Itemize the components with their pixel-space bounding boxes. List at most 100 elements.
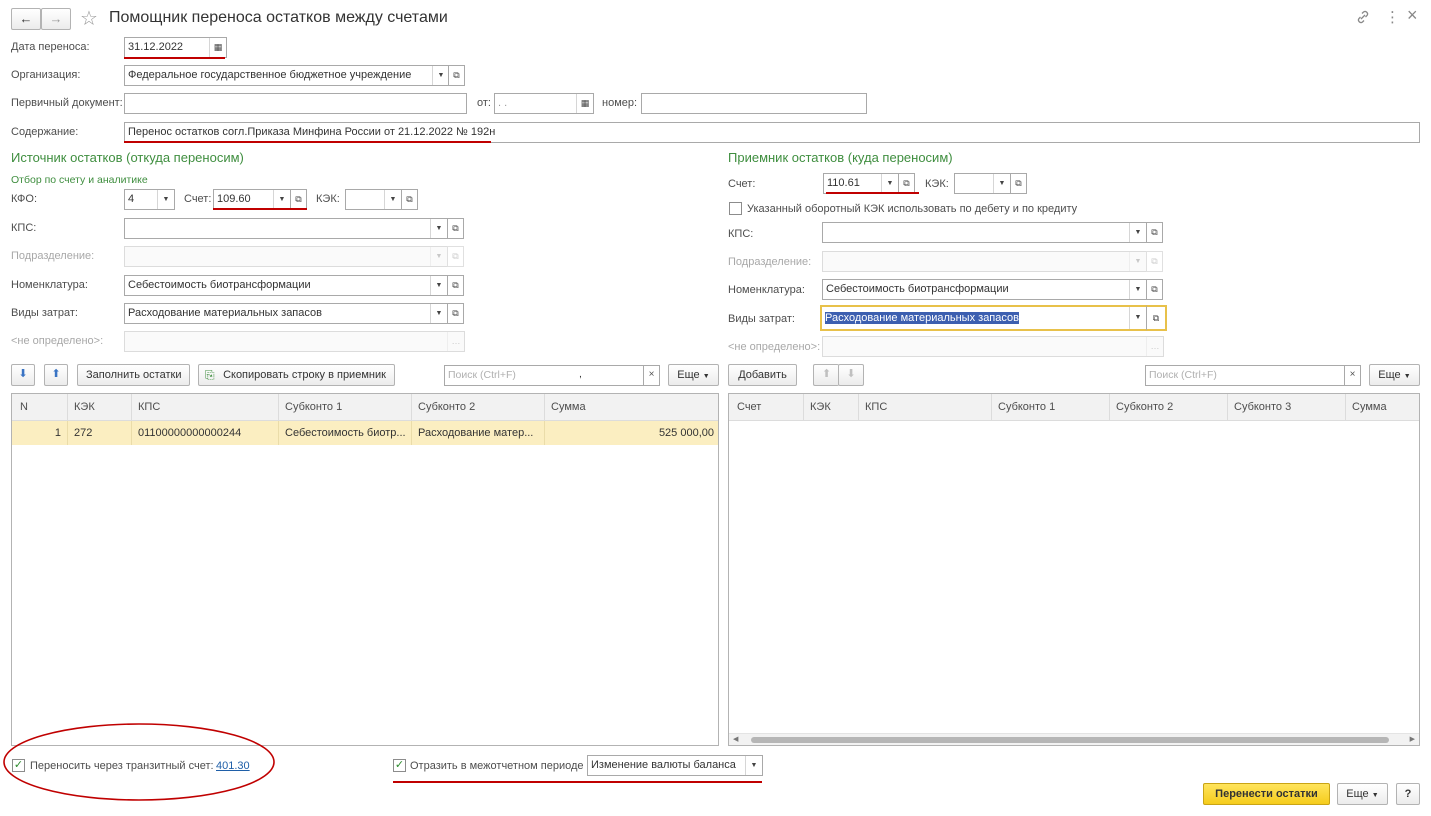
chevron-down-icon[interactable]: ▼ — [430, 276, 447, 295]
interperiod-value: Изменение валюты баланса — [591, 759, 736, 771]
chevron-down-icon[interactable]: ▼ — [1129, 223, 1146, 242]
target-nomenclature-field[interactable]: Себестоимость биотрансформации ▼ — [822, 279, 1147, 300]
calendar-icon[interactable]: ▦ — [576, 94, 593, 113]
chevron-down-icon[interactable]: ▼ — [745, 756, 762, 775]
close-icon[interactable]: × — [1407, 5, 1418, 26]
source-cost-type-value: Расходование материальных запасов — [128, 307, 322, 319]
target-move-down-button[interactable]: ⬇ — [838, 364, 864, 386]
chevron-down-icon[interactable]: ▼ — [432, 66, 449, 85]
target-cost-type-field[interactable]: Расходование материальных запасов ▼ — [820, 305, 1148, 331]
table-row[interactable]: 1 272 01100000000000244 Себестоимость би… — [12, 421, 718, 445]
use-kek-checkbox[interactable] — [729, 202, 742, 215]
source-account-field[interactable]: 109.60 ▼ — [213, 189, 291, 210]
chevron-down-icon[interactable]: ▼ — [993, 174, 1010, 193]
source-search-input[interactable]: Поиск (Ctrl+F) , — [444, 365, 644, 386]
copy-row-button[interactable]: ⎘ Скопировать строку в приемник — [198, 364, 395, 386]
source-kps-field[interactable]: ▼ — [124, 218, 448, 239]
column-header-kek[interactable]: КЭК — [804, 394, 859, 421]
column-header-sum[interactable]: Сумма — [1346, 394, 1419, 421]
column-header-sub1[interactable]: Субконто 1 — [279, 394, 412, 421]
source-search-clear-icon[interactable]: × — [643, 365, 660, 386]
date-field[interactable]: 31.12.2022 ▦ — [124, 37, 227, 58]
column-header-sub1[interactable]: Субконто 1 — [992, 394, 1110, 421]
source-cost-type-open-icon[interactable]: ⧉ — [447, 303, 464, 324]
target-cost-type-open-icon[interactable]: ⧉ — [1146, 305, 1167, 331]
chevron-down-icon[interactable]: ▼ — [1129, 280, 1146, 299]
column-header-sum[interactable]: Сумма — [545, 394, 718, 421]
target-nomenclature-open-icon[interactable]: ⧉ — [1146, 279, 1163, 300]
target-kek-open-icon[interactable]: ⧉ — [1010, 173, 1027, 194]
more-vertical-icon[interactable]: ⋮ — [1385, 8, 1400, 26]
column-header-kps[interactable]: КПС — [132, 394, 279, 421]
column-header-account[interactable]: Счет — [729, 394, 804, 421]
kfo-field[interactable]: 4 ▼ — [124, 189, 175, 210]
column-header-kek[interactable]: КЭК — [68, 394, 132, 421]
chevron-down-icon[interactable]: ▼ — [384, 190, 401, 209]
calendar-icon[interactable]: ▦ — [209, 38, 226, 57]
source-kek-open-icon[interactable]: ⧉ — [401, 189, 418, 210]
footer-more-button[interactable]: Еще ▼ — [1337, 783, 1388, 805]
org-field[interactable]: Федеральное государственное бюджетное уч… — [124, 65, 450, 86]
source-account-label: Счет: — [184, 193, 212, 205]
chevron-down-icon[interactable]: ▼ — [157, 190, 174, 209]
column-header-kps[interactable]: КПС — [859, 394, 992, 421]
target-move-up-button[interactable]: ⬆ — [813, 364, 839, 386]
move-down-button[interactable]: ⬇ — [11, 364, 35, 386]
annotation-underline-date — [124, 57, 225, 59]
transfer-balances-button[interactable]: Перенести остатки — [1203, 783, 1330, 805]
primary-doc-field[interactable] — [124, 93, 467, 114]
chevron-down-icon[interactable]: ▼ — [430, 219, 447, 238]
target-kps-open-icon[interactable]: ⧉ — [1146, 222, 1163, 243]
source-table[interactable]: N КЭК КПС Субконто 1 Субконто 2 Сумма 1 … — [11, 393, 719, 746]
interperiod-label: Отразить в межотчетном периоде — [410, 760, 584, 772]
target-account-open-icon[interactable]: ⧉ — [898, 173, 915, 194]
interperiod-checkbox[interactable]: ✓ — [393, 759, 406, 772]
date-label: Дата переноса: — [11, 41, 90, 53]
source-more-button[interactable]: Еще ▼ — [668, 364, 719, 386]
column-header-n[interactable]: N — [12, 394, 68, 421]
arrow-down-icon: ⬇ — [18, 368, 28, 380]
interperiod-field[interactable]: Изменение валюты баланса ▼ — [587, 755, 763, 776]
column-header-sub2[interactable]: Субконто 2 — [412, 394, 545, 421]
horizontal-scrollbar[interactable]: ◀ ▶ — [729, 733, 1419, 745]
chevron-down-icon[interactable]: ▼ — [273, 190, 290, 209]
window-title: Помощник переноса остатков между счетами — [109, 9, 448, 26]
target-table[interactable]: Счет КЭК КПС Субконто 1 Субконто 2 Субко… — [728, 393, 1420, 746]
source-account-open-icon[interactable]: ⧉ — [290, 189, 307, 210]
link-icon[interactable] — [1356, 10, 1370, 24]
move-up-button[interactable]: ⬆ — [44, 364, 68, 386]
target-account-field[interactable]: 110.61 ▼ — [823, 173, 899, 194]
help-button[interactable]: ? — [1396, 783, 1420, 805]
source-kps-open-icon[interactable]: ⧉ — [447, 218, 464, 239]
target-undefined-field: … — [822, 336, 1164, 357]
back-button[interactable]: ← — [11, 8, 41, 30]
favorite-star-icon[interactable]: ☆ — [80, 6, 98, 31]
content-field[interactable]: Перенос остатков согл.Приказа Минфина Ро… — [124, 122, 1420, 143]
column-header-sub3[interactable]: Субконто 3 — [1228, 394, 1346, 421]
scroll-left-icon[interactable]: ◀ — [733, 735, 738, 743]
scroll-right-icon[interactable]: ▶ — [1410, 735, 1415, 743]
target-kek-field[interactable]: ▼ — [954, 173, 1011, 194]
source-kek-field[interactable]: ▼ — [345, 189, 402, 210]
arrow-down-icon: ⬇ — [846, 368, 856, 380]
target-more-button[interactable]: Еще ▼ — [1369, 364, 1420, 386]
target-kps-field[interactable]: ▼ — [822, 222, 1147, 243]
forward-button[interactable]: → — [41, 8, 71, 30]
footer-more-label: Еще — [1346, 788, 1369, 800]
source-nomenclature-field[interactable]: Себестоимость биотрансформации ▼ — [124, 275, 448, 296]
fill-balances-button[interactable]: Заполнить остатки — [77, 364, 190, 386]
chevron-down-icon[interactable]: ▼ — [881, 174, 898, 193]
target-more-label: Еще — [1378, 369, 1401, 381]
chevron-down-icon[interactable]: ▼ — [430, 304, 447, 323]
target-search-clear-icon[interactable]: × — [1344, 365, 1361, 386]
target-search-input[interactable]: Поиск (Ctrl+F) — [1145, 365, 1345, 386]
add-button[interactable]: Добавить — [728, 364, 797, 386]
source-nomenclature-open-icon[interactable]: ⧉ — [447, 275, 464, 296]
column-header-sub2[interactable]: Субконто 2 — [1110, 394, 1228, 421]
org-open-icon[interactable]: ⧉ — [448, 65, 465, 86]
source-cost-type-field[interactable]: Расходование материальных запасов ▼ — [124, 303, 448, 324]
scrollbar-thumb[interactable] — [751, 737, 1389, 743]
doc-number-field[interactable] — [641, 93, 867, 114]
doc-date-field[interactable]: . . ▦ — [494, 93, 594, 114]
chevron-down-icon[interactable]: ▼ — [1129, 307, 1146, 329]
